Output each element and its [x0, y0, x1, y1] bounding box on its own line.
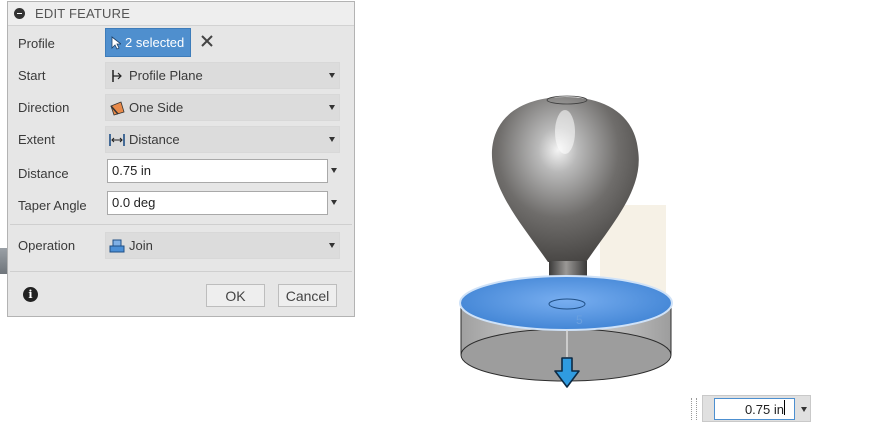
start-label: Start	[18, 68, 46, 83]
section-divider	[10, 224, 352, 225]
row-distance: Distance 0.75 in	[8, 159, 354, 187]
manipulator-dropdown-arrow[interactable]	[801, 407, 807, 412]
row-start: Start Profile Plane	[8, 61, 354, 89]
direction-value: One Side	[129, 100, 184, 115]
extent-label: Extent	[18, 132, 55, 147]
taper-angle-label: Taper Angle	[18, 198, 87, 213]
dialog-header[interactable]: EDIT FEATURE	[8, 2, 354, 26]
join-icon	[109, 238, 125, 254]
one-side-icon	[109, 100, 125, 116]
collapse-icon[interactable]	[14, 8, 25, 19]
row-profile: Profile 2 selected	[8, 28, 354, 57]
operation-value: Join	[129, 238, 153, 253]
distance-label: Distance	[18, 166, 69, 181]
chevron-down-icon	[329, 73, 335, 78]
extent-dropdown[interactable]: Distance	[105, 126, 340, 153]
profile-selection-count: 2 selected	[125, 35, 185, 50]
distance-dropdown-arrow[interactable]	[331, 168, 337, 173]
profile-plane-icon	[109, 68, 125, 84]
dimension-hint-label: 5	[576, 313, 583, 327]
operation-dropdown[interactable]: Join	[105, 232, 340, 259]
operation-label: Operation	[18, 238, 76, 253]
taper-angle-dropdown-arrow[interactable]	[331, 200, 337, 205]
distance-icon	[109, 132, 125, 148]
cursor-arrow-icon	[111, 35, 121, 50]
extent-value: Distance	[129, 132, 180, 147]
ok-button[interactable]: OK	[206, 284, 265, 307]
taper-angle-value: 0.0 deg	[112, 195, 156, 210]
profile-selection-button[interactable]: 2 selected	[105, 28, 191, 57]
taper-angle-input[interactable]: 0.0 deg	[107, 191, 328, 215]
cancel-button[interactable]: Cancel	[278, 284, 337, 307]
direction-dropdown[interactable]: One Side	[105, 94, 340, 121]
selected-profile-face[interactable]	[459, 275, 673, 331]
start-dropdown[interactable]: Profile Plane	[105, 62, 340, 89]
footer-divider	[10, 271, 352, 272]
viewport-distance-value: 0.75 in	[744, 402, 784, 417]
distance-manipulator[interactable]: 0.75 in	[691, 395, 811, 422]
row-extent: Extent Distance	[8, 125, 354, 153]
knob-highlight	[555, 110, 575, 154]
edit-feature-dialog: EDIT FEATURE Profile 2 selected Start Pr…	[7, 1, 355, 317]
chevron-down-icon	[329, 243, 335, 248]
distance-input[interactable]: 0.75 in	[107, 159, 328, 183]
info-icon[interactable]: i	[23, 287, 38, 302]
clear-selection-icon[interactable]	[199, 33, 215, 49]
dialog-title: EDIT FEATURE	[35, 6, 131, 21]
chevron-down-icon	[329, 105, 335, 110]
text-caret	[784, 400, 785, 415]
viewport-distance-input[interactable]: 0.75 in	[714, 398, 795, 420]
manipulator-grip[interactable]	[691, 398, 697, 420]
row-taper-angle: Taper Angle 0.0 deg	[8, 191, 354, 219]
start-value: Profile Plane	[129, 68, 203, 83]
distance-value: 0.75 in	[112, 163, 152, 178]
direction-label: Direction	[18, 100, 70, 115]
row-operation: Operation Join	[8, 231, 354, 259]
chevron-down-icon	[329, 137, 335, 142]
row-direction: Direction One Side	[8, 93, 354, 121]
profile-label: Profile	[18, 36, 55, 51]
